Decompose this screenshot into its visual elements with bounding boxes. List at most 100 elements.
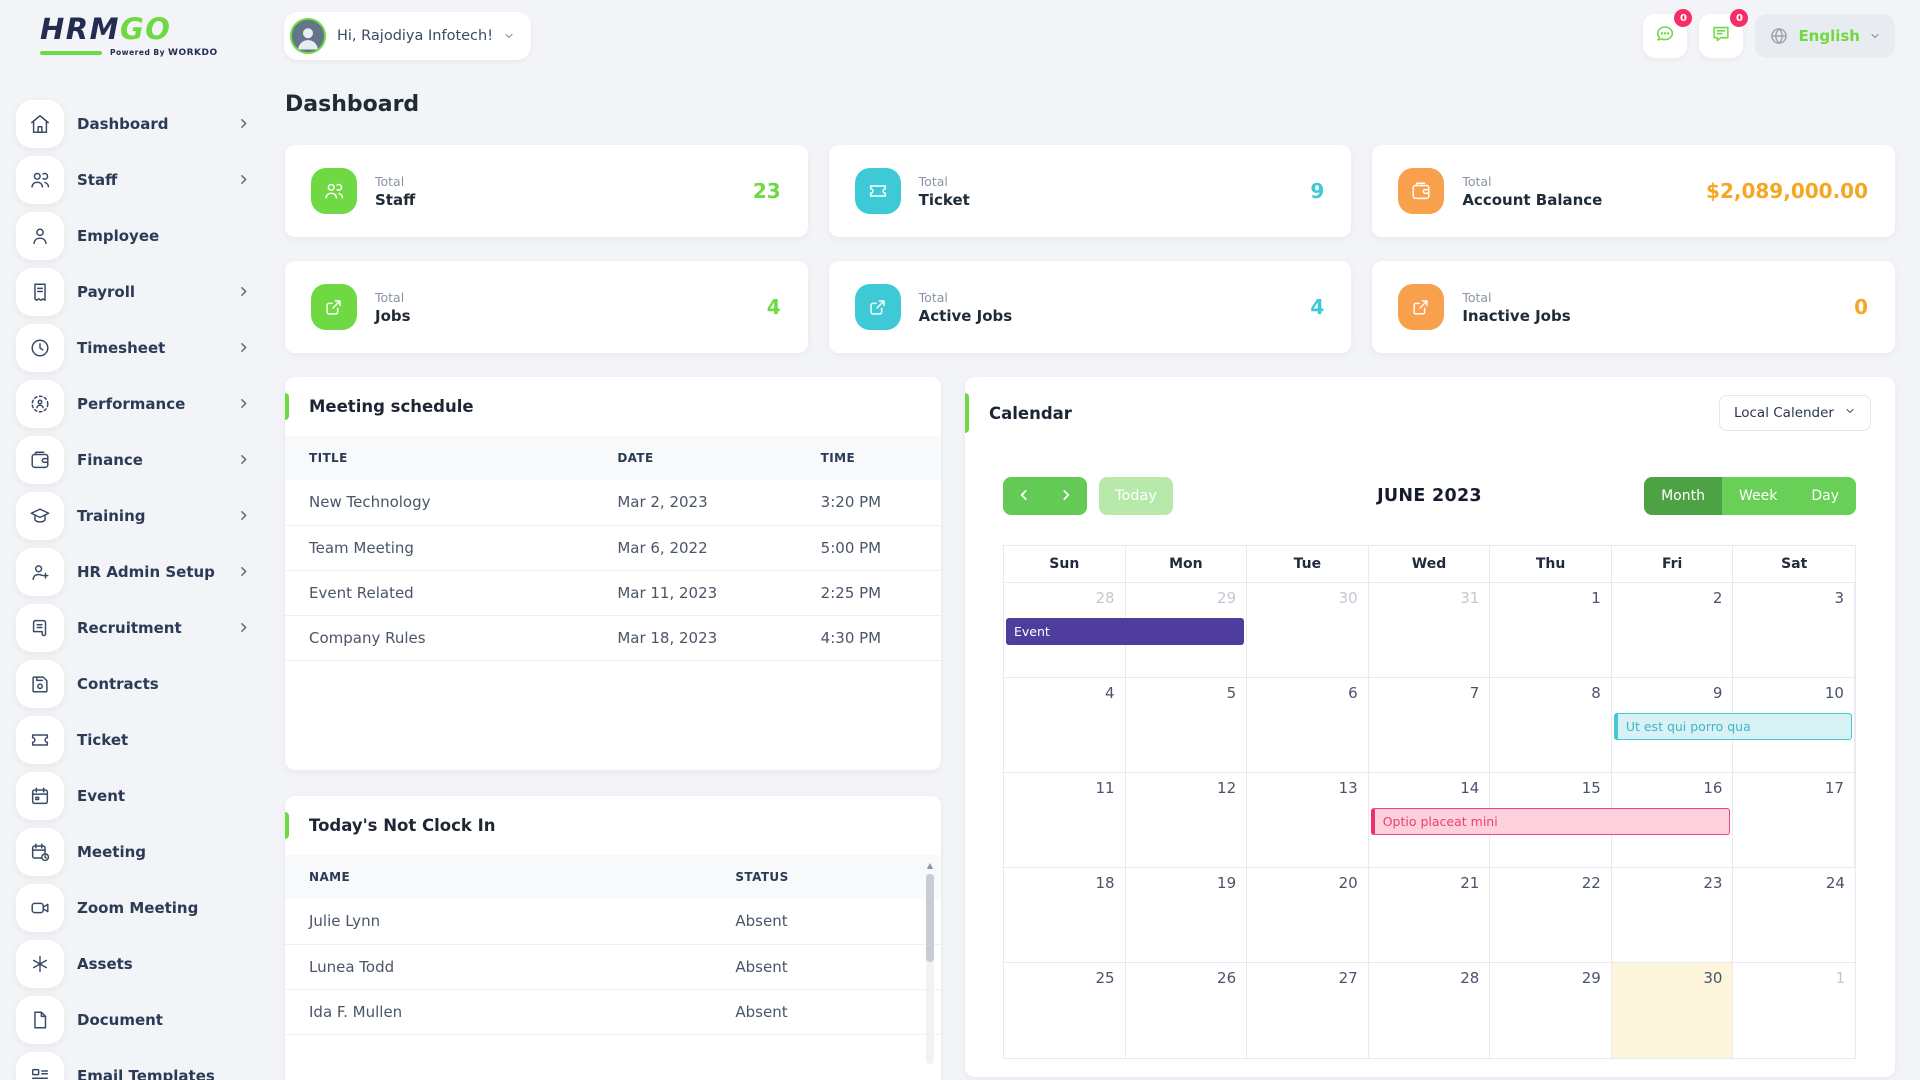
calendar-day-cell-22[interactable]: 22 — [1490, 868, 1612, 963]
calendar-day-cell-4[interactable]: 4 — [1004, 678, 1126, 773]
sidebar-item-assets[interactable]: Assets — [16, 940, 256, 988]
calendar-day-cell-12[interactable]: 12 — [1126, 773, 1248, 868]
calendar-day-cell-23[interactable]: 23 — [1612, 868, 1734, 963]
sidebar-item-employee[interactable]: Employee — [16, 212, 256, 260]
scrollbar-up-arrow[interactable]: ▲ — [924, 860, 936, 872]
stat-card-account-balance: TotalAccount Balance$2,089,000.00 — [1372, 145, 1895, 237]
sidebar-item-document[interactable]: Document — [16, 996, 256, 1044]
table-row: Team MeetingMar 6, 20225:00 PM — [285, 525, 941, 570]
stat-card-prefix: Total — [1462, 174, 1602, 189]
calendar-day-cell-25[interactable]: 25 — [1004, 963, 1126, 1058]
table-column-header: DATE — [593, 436, 796, 480]
calendar-date-number: 23 — [1703, 874, 1722, 892]
calendar-event[interactable]: Optio placeat mini — [1371, 808, 1731, 835]
calendar-day-cell-26[interactable]: 26 — [1126, 963, 1248, 1058]
sidebar-item-finance[interactable]: Finance — [16, 436, 256, 484]
table-cell: 2:25 PM — [797, 570, 941, 615]
sidebar-item-meeting[interactable]: Meeting — [16, 828, 256, 876]
calendar-date-number: 2 — [1713, 589, 1723, 607]
calendar-date-number: 30 — [1703, 969, 1722, 987]
calendar-view-day-button[interactable]: Day — [1794, 477, 1856, 515]
sidebar-item-event[interactable]: Event — [16, 772, 256, 820]
layout-list-icon — [16, 1052, 64, 1080]
calendar-day-cell-3[interactable]: 3 — [1733, 583, 1855, 678]
calendar-view-week-button[interactable]: Week — [1722, 477, 1794, 515]
calendar-day-cell-30[interactable]: 30 — [1247, 583, 1369, 678]
calendar-event[interactable]: Event — [1006, 618, 1244, 645]
calendar-day-header: Tue — [1247, 546, 1369, 583]
chat-button[interactable]: 0 — [1643, 14, 1687, 58]
calendar-week-row: 11121314151617Optio placeat mini — [1004, 773, 1855, 868]
app-logo[interactable]: HRMGO Powered By WORKDO — [0, 15, 284, 58]
table-row: Lunea ToddAbsent — [285, 944, 941, 989]
messages-button[interactable]: 0 — [1699, 14, 1743, 58]
calendar-day-cell-19[interactable]: 19 — [1126, 868, 1248, 963]
calendar-day-cell-31[interactable]: 31 — [1369, 583, 1491, 678]
sidebar-item-recruitment[interactable]: Recruitment — [16, 604, 256, 652]
calendar-day-cell-7[interactable]: 7 — [1369, 678, 1491, 773]
table-cell: Mar 2, 2023 — [593, 480, 796, 525]
scrollbar-track[interactable] — [926, 874, 934, 1064]
calendar-day-cell-30[interactable]: 30 — [1612, 963, 1734, 1058]
sidebar-item-timesheet[interactable]: Timesheet — [16, 324, 256, 372]
calendar-week-row: 1819202122 23 24 — [1004, 868, 1855, 963]
table-scrollbar[interactable]: ▲ — [924, 860, 936, 1070]
chevron-right-icon — [1059, 487, 1073, 506]
stat-card-ticket: TotalTicket9 — [829, 145, 1352, 237]
sidebar-item-dashboard[interactable]: Dashboard — [16, 100, 256, 148]
scrollbar-thumb[interactable] — [926, 874, 934, 962]
sidebar-item-payroll[interactable]: Payroll — [16, 268, 256, 316]
calendar-date-number: 29 — [1217, 589, 1236, 607]
table-cell: Mar 11, 2023 — [593, 570, 796, 615]
calendar-day-cell-29[interactable]: 29 — [1490, 963, 1612, 1058]
user-menu[interactable]: Hi, Rajodiya Infotech! — [284, 12, 531, 60]
user-icon — [16, 212, 64, 260]
calendar-day-cell-28[interactable]: 28 — [1369, 963, 1491, 1058]
users-icon — [311, 168, 357, 214]
calendar-event[interactable]: Ut est qui porro qua — [1614, 713, 1852, 740]
jobs-icon — [1398, 284, 1444, 330]
calendar-day-cell-27[interactable]: 27 — [1247, 963, 1369, 1058]
sidebar-item-ticket[interactable]: Ticket — [16, 716, 256, 764]
calendar-day-cell-1[interactable]: 1 — [1733, 963, 1855, 1058]
calendar-day-cell-2[interactable]: 2 — [1612, 583, 1734, 678]
file-icon — [16, 996, 64, 1044]
table-cell: 3:20 PM — [797, 480, 941, 525]
sidebar-item-zoom-meeting[interactable]: Zoom Meeting — [16, 884, 256, 932]
table-cell: Company Rules — [285, 615, 593, 660]
calendar-day-cell-20[interactable]: 20 — [1247, 868, 1369, 963]
scroll-icon — [16, 604, 64, 652]
calendar-date-number: 15 — [1582, 779, 1601, 797]
calendar-today-button[interactable]: Today — [1099, 477, 1173, 515]
calendar-day-cell-6[interactable]: 6 — [1247, 678, 1369, 773]
chevron-down-icon — [1869, 27, 1881, 46]
calendar-day-cell-13[interactable]: 13 — [1247, 773, 1369, 868]
calendar-day-cell-11[interactable]: 11 — [1004, 773, 1126, 868]
sidebar-item-training[interactable]: Training — [16, 492, 256, 540]
calendar-date-number: 28 — [1460, 969, 1479, 987]
sidebar-item-label: Zoom Meeting — [77, 899, 198, 917]
calendar-day-cell-21[interactable]: 21 — [1369, 868, 1491, 963]
calendar-date-number: 7 — [1470, 684, 1480, 702]
calendar-day-cell-5[interactable]: 5 — [1126, 678, 1248, 773]
calendar-day-cell-24[interactable]: 24 — [1733, 868, 1855, 963]
sidebar-item-hr-admin-setup[interactable]: HR Admin Setup — [16, 548, 256, 596]
table-row: Ida F. MullenAbsent — [285, 989, 941, 1034]
calendar-next-button[interactable] — [1045, 477, 1087, 515]
sidebar-item-email-templates[interactable]: Email Templates — [16, 1052, 256, 1080]
calendar-view-month-button[interactable]: Month — [1644, 477, 1722, 515]
stat-card-value: 0 — [1854, 295, 1868, 319]
sidebar-item-contracts[interactable]: Contracts — [16, 660, 256, 708]
chevron-right-icon — [237, 171, 250, 190]
calendar-day-cell-1[interactable]: 1 — [1490, 583, 1612, 678]
calendar-prev-button[interactable] — [1003, 477, 1045, 515]
table-cell: New Technology — [285, 480, 593, 525]
sidebar-item-staff[interactable]: Staff — [16, 156, 256, 204]
calendar-source-select[interactable]: Local Calender — [1719, 395, 1871, 431]
calendar-day-cell-18[interactable]: 18 — [1004, 868, 1126, 963]
page-title: Dashboard — [285, 92, 1895, 117]
language-selector[interactable]: English — [1755, 14, 1895, 58]
calendar-day-cell-8[interactable]: 8 — [1490, 678, 1612, 773]
calendar-day-cell-17[interactable]: 17 — [1733, 773, 1855, 868]
sidebar-item-performance[interactable]: Performance — [16, 380, 256, 428]
